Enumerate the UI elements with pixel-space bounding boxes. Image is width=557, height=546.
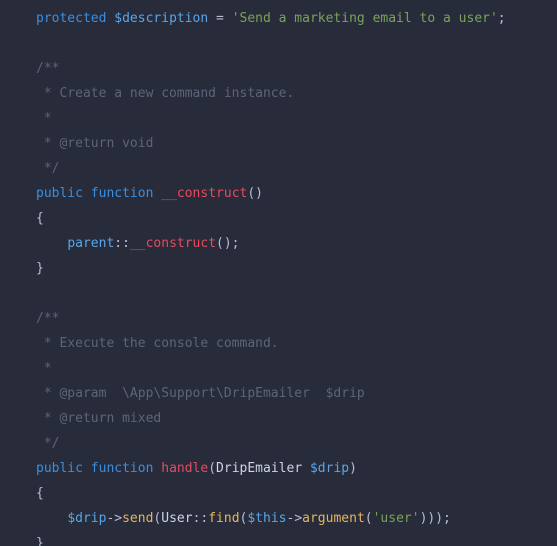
docblock-close: */ bbox=[36, 161, 59, 176]
arrow: -> bbox=[287, 511, 303, 526]
fn-argument: argument bbox=[302, 511, 365, 526]
brace: { bbox=[36, 211, 44, 226]
brace: } bbox=[36, 261, 44, 276]
paren: ( bbox=[208, 461, 216, 476]
kw-parent: parent bbox=[67, 236, 114, 251]
docblock-line: * @param \App\Support\DripEmailer $drip bbox=[36, 386, 365, 401]
docblock-open: /** bbox=[36, 61, 59, 76]
docblock-open: /** bbox=[36, 311, 59, 326]
kw-public: public bbox=[36, 186, 83, 201]
method-handle: handle bbox=[161, 461, 208, 476]
method-construct: __construct bbox=[161, 186, 247, 201]
eq: = bbox=[208, 11, 231, 26]
docblock-line: * bbox=[36, 111, 52, 126]
semicolon: ; bbox=[498, 11, 506, 26]
brace: { bbox=[36, 486, 44, 501]
double-colon: :: bbox=[114, 236, 130, 251]
type-dripemailer: DripEmailer bbox=[216, 461, 302, 476]
docblock-line: * @return mixed bbox=[36, 411, 161, 426]
double-colon: :: bbox=[193, 511, 209, 526]
space bbox=[302, 461, 310, 476]
string-literal: 'Send a marketing email to a user' bbox=[232, 11, 498, 26]
docblock-line: * Create a new command instance. bbox=[36, 86, 294, 101]
fn-send: send bbox=[122, 511, 153, 526]
kw-public: public bbox=[36, 461, 83, 476]
docblock-close: */ bbox=[36, 436, 59, 451]
closing: ))); bbox=[420, 511, 451, 526]
paren: ) bbox=[349, 461, 357, 476]
param-drip: $drip bbox=[310, 461, 349, 476]
paren: ( bbox=[247, 186, 255, 201]
kw-function: function bbox=[91, 461, 154, 476]
kw-function: function bbox=[91, 186, 154, 201]
brace: } bbox=[36, 536, 44, 546]
call: (); bbox=[216, 236, 239, 251]
paren: ( bbox=[365, 511, 373, 526]
arrow: -> bbox=[106, 511, 122, 526]
docblock-line: * @return void bbox=[36, 136, 153, 151]
var-this: $this bbox=[247, 511, 286, 526]
var-description: $description bbox=[114, 11, 208, 26]
paren: ) bbox=[255, 186, 263, 201]
docblock-line: * bbox=[36, 361, 52, 376]
docblock-line: * Execute the console command. bbox=[36, 336, 279, 351]
class-user: User bbox=[161, 511, 192, 526]
string-user: 'user' bbox=[373, 511, 420, 526]
method-construct: __construct bbox=[130, 236, 216, 251]
php-code-block: protected $description = 'Send a marketi… bbox=[0, 0, 557, 546]
kw-protected: protected bbox=[36, 11, 106, 26]
fn-find: find bbox=[208, 511, 239, 526]
var-drip: $drip bbox=[67, 511, 106, 526]
